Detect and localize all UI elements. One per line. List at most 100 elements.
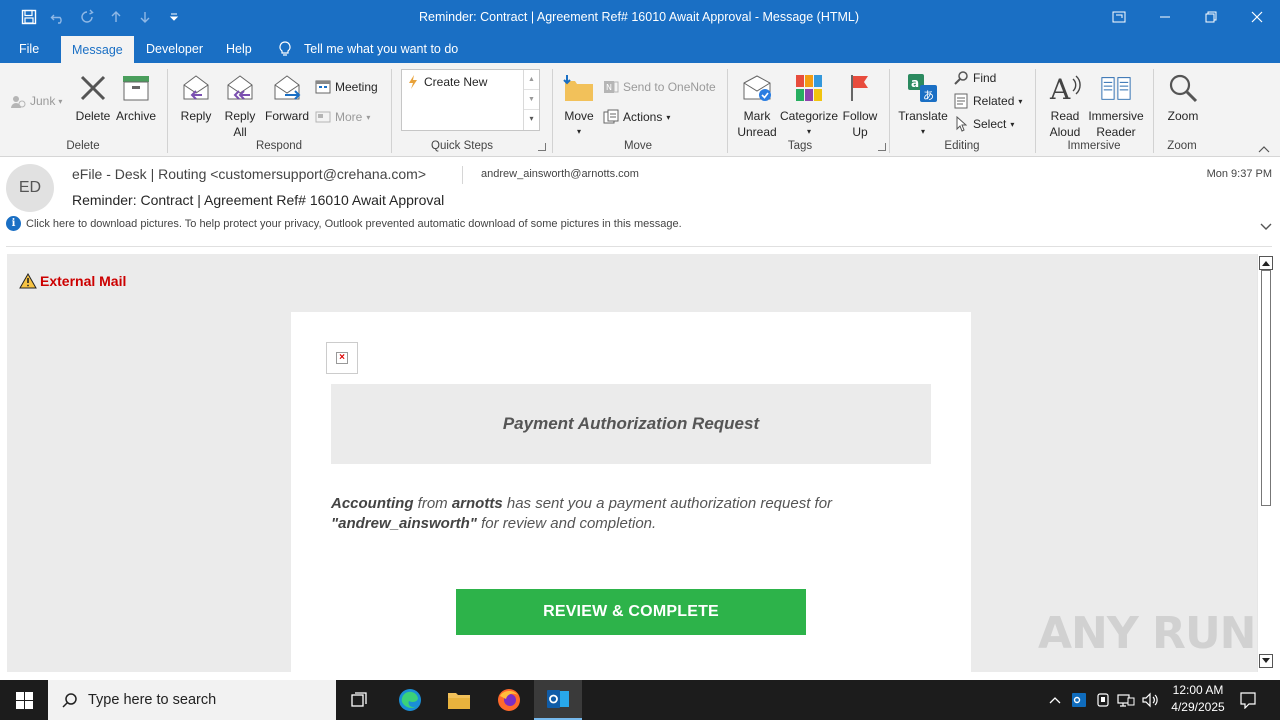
tell-me-search[interactable]: Tell me what you want to do — [278, 34, 458, 63]
system-clock[interactable]: 12:00 AM 4/29/2025 — [1160, 682, 1236, 718]
ribbon-separator — [391, 69, 392, 153]
reply-all-button[interactable]: Reply All — [221, 72, 259, 140]
folder-icon — [447, 690, 471, 710]
avatar[interactable]: ED — [6, 164, 54, 212]
more-respond-button[interactable]: More ▾ — [315, 107, 370, 127]
related-button[interactable]: Related ▾ — [953, 91, 1022, 111]
quick-steps-scrollbar[interactable]: ▲ ▼ ▾ — [523, 70, 539, 130]
outlook-tray-icon[interactable] — [1069, 690, 1089, 710]
zoom-button[interactable]: Zoom — [1162, 72, 1204, 124]
read-aloud-button[interactable]: A Read Aloud — [1044, 72, 1086, 140]
sender[interactable]: eFile - Desk | Routing <customersupport@… — [72, 166, 426, 182]
immersive-reader-label-1: Immersive — [1088, 109, 1144, 123]
reply-button[interactable]: Reply — [177, 72, 215, 124]
broken-image-icon[interactable]: × — [326, 342, 358, 374]
tab-message[interactable]: Message — [61, 36, 134, 63]
immersive-reader-button[interactable]: Immersive Reader — [1086, 72, 1146, 140]
review-complete-button[interactable]: REVIEW & COMPLETE — [456, 589, 806, 635]
junk-button[interactable]: Junk ▾ — [10, 91, 62, 111]
related-icon — [953, 93, 969, 109]
restore-icon[interactable] — [1188, 0, 1234, 34]
ribbon-display-options-icon[interactable] — [1096, 0, 1142, 34]
flag-icon — [844, 72, 876, 104]
find-button[interactable]: Find — [953, 68, 996, 88]
body-recipient-name: "andrew_ainsworth" — [331, 515, 477, 532]
lightning-icon — [408, 75, 418, 89]
firefox-icon — [497, 688, 521, 712]
mark-unread-label-2: Unread — [737, 125, 777, 139]
download-pictures-infobar[interactable]: i Click here to download pictures. To he… — [6, 216, 682, 231]
external-mail-warning: External Mail — [19, 273, 126, 289]
notifications-icon[interactable] — [1238, 690, 1258, 710]
external-mail-label: External Mail — [40, 273, 127, 289]
scroll-down-icon[interactable] — [1259, 654, 1273, 668]
tab-file[interactable]: File — [19, 34, 39, 63]
categorize-label: Categorize — [779, 109, 839, 123]
quick-steps-gallery[interactable]: Create New ▲ ▼ ▾ — [401, 69, 540, 131]
taskbar-search[interactable]: Type here to search — [48, 680, 336, 720]
recipient[interactable]: andrew_ainsworth@arnotts.com — [481, 168, 639, 180]
firefox-app[interactable] — [485, 680, 533, 720]
start-button[interactable] — [0, 680, 48, 720]
ribbon-separator — [1035, 69, 1036, 153]
follow-up-button[interactable]: Follow Up — [840, 72, 880, 140]
forward-button[interactable]: Forward — [264, 72, 310, 124]
lightbulb-icon — [278, 40, 292, 57]
reply-icon — [180, 72, 212, 104]
tab-help[interactable]: Help — [226, 34, 252, 63]
actions-icon — [603, 109, 619, 125]
archive-icon — [120, 72, 152, 104]
show-hidden-icons-chevron-icon[interactable] — [1045, 690, 1065, 710]
mark-unread-label-1: Mark — [743, 109, 771, 123]
quick-steps-launcher-icon[interactable] — [538, 143, 546, 151]
volume-icon[interactable] — [1140, 690, 1160, 710]
create-new-quick-step[interactable]: Create New — [408, 75, 487, 89]
header-divider-line — [6, 246, 1272, 247]
file-explorer-app[interactable] — [435, 680, 483, 720]
svg-text:N: N — [606, 83, 612, 92]
onenote-label: Send to OneNote — [623, 80, 716, 94]
collapse-ribbon-icon[interactable] — [1258, 142, 1270, 156]
outlook-app[interactable] — [534, 680, 582, 720]
more-label: More — [335, 110, 363, 124]
mark-unread-button[interactable]: Mark Unread — [735, 72, 779, 140]
header-divider — [462, 166, 463, 184]
network-icon[interactable] — [1116, 690, 1136, 710]
close-icon[interactable] — [1234, 0, 1280, 34]
forward-icon — [271, 72, 303, 104]
edge-app[interactable] — [386, 680, 434, 720]
tab-developer[interactable]: Developer — [146, 34, 203, 63]
create-new-label: Create New — [424, 75, 488, 89]
archive-button[interactable]: Archive — [115, 72, 157, 124]
expand-header-chevron-icon[interactable] — [1260, 220, 1272, 234]
meeting-button[interactable]: Meeting — [315, 77, 378, 97]
actions-button[interactable]: Actions ▾ — [603, 107, 670, 127]
find-label: Find — [973, 71, 997, 85]
menu-tabs: File Message Developer Help Tell me what… — [0, 34, 1280, 63]
delete-label: Delete — [75, 109, 111, 123]
group-label-zoom: Zoom — [1167, 140, 1197, 152]
task-view-button[interactable] — [336, 680, 384, 720]
translate-label: Translate — [898, 109, 948, 123]
move-button[interactable]: Move ▾ — [561, 72, 597, 140]
device-tray-icon[interactable] — [1093, 690, 1113, 710]
translate-button[interactable]: aあ Translate ▾ — [898, 72, 948, 140]
group-label-move: Move — [623, 140, 653, 152]
actions-label: Actions — [623, 110, 663, 124]
minimize-icon[interactable] — [1142, 0, 1188, 34]
body-scrollbar[interactable] — [1257, 254, 1273, 672]
move-folder-icon — [563, 72, 595, 104]
scroll-up-icon[interactable] — [1259, 256, 1273, 270]
ribbon-separator — [167, 69, 168, 153]
zoom-label: Zoom — [1167, 109, 1199, 123]
categorize-button[interactable]: Categorize ▾ — [780, 72, 838, 140]
tags-launcher-icon[interactable] — [878, 143, 886, 151]
delete-button[interactable]: Delete — [74, 72, 112, 124]
reply-label: Reply — [180, 109, 212, 123]
send-to-onenote-button[interactable]: N Send to OneNote — [603, 77, 716, 97]
select-button[interactable]: Select ▾ — [953, 114, 1014, 134]
reply-all-label-2: All — [233, 125, 247, 139]
banner: Payment Authorization Request — [331, 384, 931, 464]
scrollbar-thumb[interactable] — [1261, 270, 1271, 506]
move-label: Move — [564, 109, 594, 123]
